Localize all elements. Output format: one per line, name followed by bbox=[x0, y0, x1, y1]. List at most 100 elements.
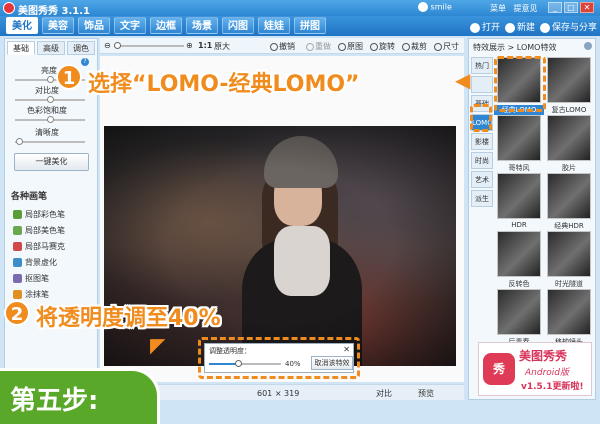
effect-category-tab[interactable] bbox=[471, 76, 493, 93]
rotate-button[interactable]: 旋转 bbox=[370, 41, 395, 52]
brush-item[interactable]: 局部马赛克 bbox=[13, 241, 65, 252]
size-icon bbox=[434, 42, 442, 51]
brush-icon bbox=[13, 226, 22, 235]
arrow-left-icon: ◀ bbox=[455, 68, 471, 92]
crop-button[interactable]: 裁剪 bbox=[402, 41, 427, 52]
step1-number: 1 bbox=[56, 64, 82, 90]
effects-panel-title: 特效展示 > LOMO特效 bbox=[473, 43, 557, 52]
effect-thumbnail[interactable] bbox=[497, 173, 541, 219]
sharpness-slider[interactable] bbox=[15, 138, 85, 145]
effect-label: 时光隧道 bbox=[555, 280, 583, 288]
compare-button[interactable]: 对比 bbox=[376, 388, 392, 399]
effect-thumbnail[interactable] bbox=[547, 289, 591, 335]
zoom-in-icon[interactable]: ⊕ bbox=[186, 41, 193, 50]
brush-label: 局部马赛克 bbox=[25, 242, 65, 251]
zoom-ratio[interactable]: 1:1 bbox=[198, 41, 212, 50]
image-toolbar: ⊖ ⊕ 1:1 原大 撤销 重做 原图 旋转 裁剪 尺寸 bbox=[100, 38, 464, 54]
brush-item[interactable]: 抠图笔 bbox=[13, 273, 49, 284]
brush-item[interactable]: 局部彩色笔 bbox=[13, 209, 65, 220]
effect-thumbnail[interactable] bbox=[547, 231, 591, 277]
effect-thumbnail[interactable] bbox=[497, 289, 541, 335]
tab-text[interactable]: 文字 bbox=[114, 17, 146, 34]
tab-collage[interactable]: 拼图 bbox=[294, 17, 326, 34]
new-label: 新建 bbox=[517, 23, 536, 33]
tab-face[interactable]: 美容 bbox=[42, 17, 74, 34]
undo-button[interactable]: 撤销 bbox=[270, 41, 295, 52]
brush-item[interactable]: 涂抹笔 bbox=[13, 289, 49, 300]
effect-label: 哥特风 bbox=[508, 164, 530, 172]
original-size-button[interactable]: 原大 bbox=[214, 41, 230, 52]
effect-category-tab[interactable]: 派生 bbox=[471, 190, 493, 207]
saturation-slider[interactable] bbox=[15, 116, 85, 123]
effect-category-tab[interactable]: 时尚 bbox=[471, 152, 493, 169]
rotate-label: 旋转 bbox=[379, 42, 395, 51]
user-area[interactable]: smile bbox=[418, 2, 452, 12]
save-share-button[interactable]: 保存与分享 bbox=[540, 20, 597, 33]
saturation-label: 色彩饱和度 bbox=[27, 106, 67, 115]
brush-item[interactable]: 局部美色笔 bbox=[13, 225, 65, 236]
menu-link[interactable]: 菜单 bbox=[490, 4, 506, 13]
panel-close-icon[interactable] bbox=[584, 42, 592, 50]
effect-thumbnail[interactable] bbox=[547, 173, 591, 219]
slider-knob[interactable] bbox=[47, 96, 54, 103]
feedback-link[interactable]: 提意见 bbox=[514, 4, 538, 13]
size-button[interactable]: 尺寸 bbox=[434, 41, 459, 52]
brush-label: 局部美色笔 bbox=[25, 226, 65, 235]
original-label: 原图 bbox=[347, 42, 363, 51]
original-button[interactable]: 原图 bbox=[338, 41, 363, 52]
subtab-color[interactable]: 调色 bbox=[67, 41, 95, 55]
undo-icon bbox=[270, 42, 278, 51]
tab-doll[interactable]: 娃娃 bbox=[258, 17, 290, 34]
menu-bar: 美化 美容 饰品 文字 边框 场景 闪图 娃娃 拼图 打开 新建 保存与分享 bbox=[0, 16, 600, 36]
effect-category-tab[interactable]: 热门 bbox=[471, 57, 493, 74]
effect-category-tab[interactable]: 影楼 bbox=[471, 133, 493, 150]
highlight-lomo-effect bbox=[494, 56, 546, 112]
original-icon bbox=[338, 42, 346, 51]
open-button[interactable]: 打开 bbox=[470, 20, 500, 33]
subtab-basic[interactable]: 基础 bbox=[7, 41, 35, 55]
slider-knob[interactable] bbox=[15, 138, 23, 145]
tab-accessory[interactable]: 饰品 bbox=[78, 17, 110, 34]
slider-knob[interactable] bbox=[47, 116, 54, 123]
crop-label: 裁剪 bbox=[411, 42, 427, 51]
effect-thumbnail[interactable] bbox=[547, 115, 591, 161]
minimize-button[interactable]: _ bbox=[548, 2, 562, 13]
subtab-advanced[interactable]: 高级 bbox=[37, 41, 65, 55]
step2-number: 2 bbox=[4, 300, 30, 326]
meitu-logo-icon: 秀 bbox=[483, 353, 515, 385]
save-icon bbox=[540, 22, 550, 33]
contrast-label: 对比度 bbox=[35, 86, 59, 95]
effect-category-tab[interactable]: 艺术 bbox=[471, 171, 493, 188]
tab-scene[interactable]: 场景 bbox=[186, 17, 218, 34]
new-button[interactable]: 新建 bbox=[505, 20, 535, 33]
close-button[interactable]: ✕ bbox=[580, 2, 594, 13]
effect-label: 经典HDR bbox=[554, 222, 584, 230]
effect-thumbnail[interactable] bbox=[497, 115, 541, 161]
redo-button[interactable]: 重做 bbox=[306, 41, 331, 52]
effect-thumbnail[interactable] bbox=[547, 57, 591, 103]
blur-icon bbox=[13, 258, 22, 267]
maximize-button[interactable]: □ bbox=[564, 2, 578, 13]
zoom-out-icon[interactable]: ⊖ bbox=[104, 41, 111, 50]
help-icon[interactable]: ? bbox=[81, 58, 89, 66]
zoom-knob[interactable] bbox=[114, 42, 121, 49]
redo-label: 重做 bbox=[315, 42, 331, 51]
tab-beautify[interactable]: 美化 bbox=[6, 17, 38, 34]
tab-flash[interactable]: 闪图 bbox=[222, 17, 254, 34]
effect-thumbnail[interactable] bbox=[497, 231, 541, 277]
mosaic-icon bbox=[13, 242, 22, 251]
preview-button[interactable]: 预览 bbox=[418, 388, 434, 399]
contrast-slider[interactable] bbox=[15, 96, 85, 103]
android-ad-banner[interactable]: 秀 美图秀秀 Android版 v1.5.1更新啦! bbox=[478, 342, 592, 396]
ad-subtitle: Android版 bbox=[525, 368, 569, 378]
smudge-icon bbox=[13, 290, 22, 299]
one-key-beautify-button[interactable]: 一键美化 bbox=[14, 153, 89, 171]
brush-item[interactable]: 背景虚化 bbox=[13, 257, 57, 268]
slider-knob[interactable] bbox=[47, 76, 54, 83]
effect-label: 胶片 bbox=[562, 164, 576, 172]
zoom-slider[interactable] bbox=[114, 42, 184, 49]
save-share-label: 保存与分享 bbox=[552, 23, 598, 33]
highlight-opacity-dialog bbox=[198, 337, 360, 379]
arrow-up-left-icon: ◤ bbox=[150, 333, 166, 357]
tab-frame[interactable]: 边框 bbox=[150, 17, 182, 34]
